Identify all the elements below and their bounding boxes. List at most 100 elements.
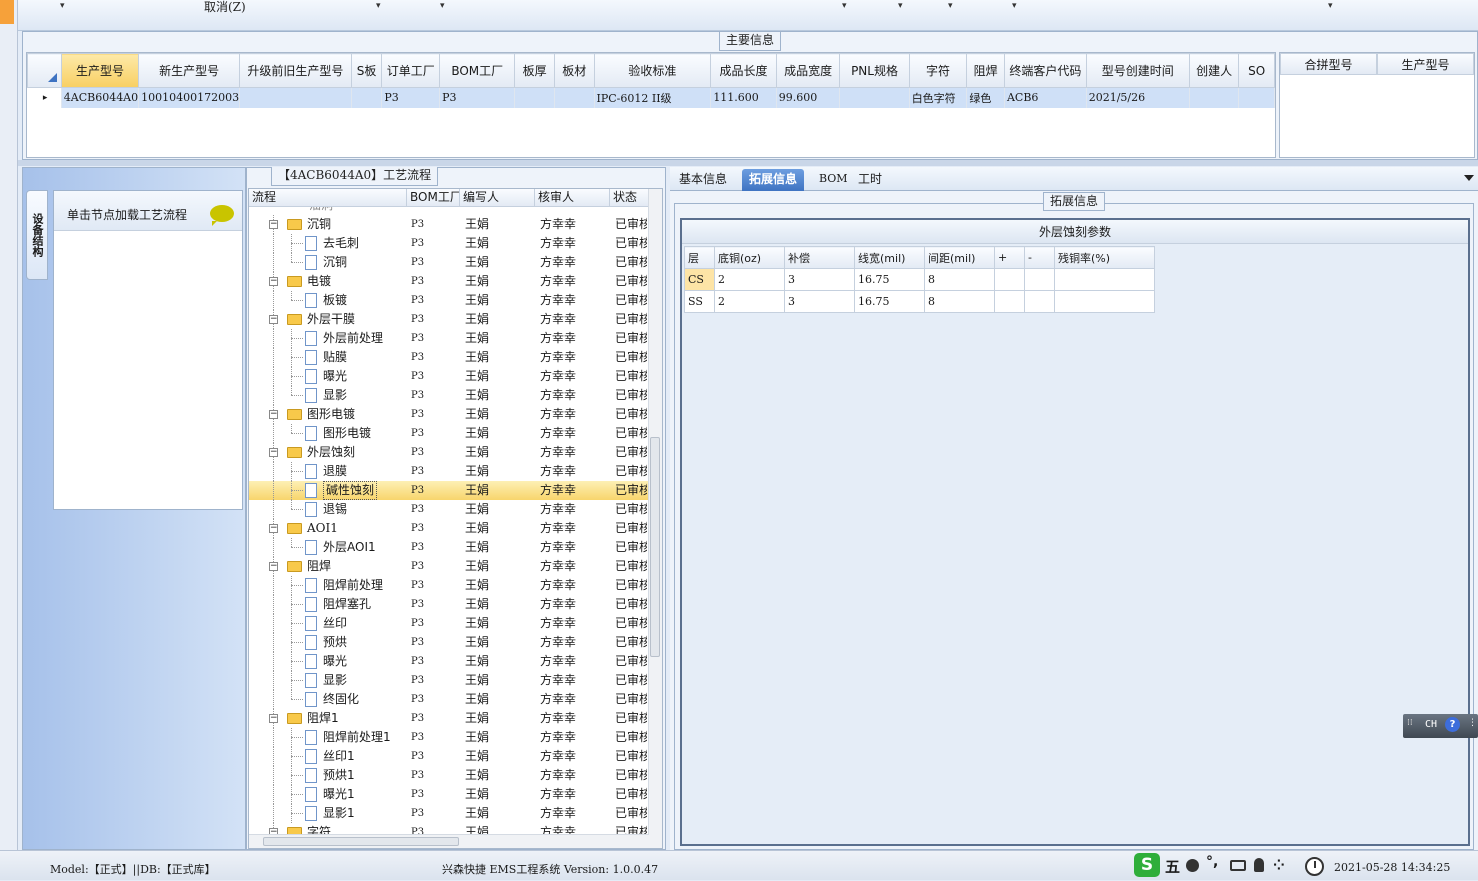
main-info-cell[interactable]: 99.600 — [776, 87, 841, 108]
keyboard-icon[interactable] — [1230, 860, 1246, 871]
ime-lang[interactable]: CH — [1425, 719, 1437, 730]
full-width-icon[interactable] — [1186, 859, 1199, 872]
flow-node-label[interactable]: 外层干膜 — [307, 310, 355, 329]
flow-node-label[interactable]: 丝印1 — [323, 747, 355, 766]
main-col-header[interactable]: 字符 — [908, 53, 968, 88]
flow-tree-row[interactable]: 丝印 P3 王娟 方幸幸 已审核 — [249, 614, 662, 633]
horizontal-scroll-thumb[interactable] — [263, 837, 459, 846]
flow-tree-row[interactable]: 退锡 P3 王娟 方幸幸 已审核 — [249, 500, 662, 519]
flow-col-header[interactable]: 流程 — [249, 189, 407, 206]
flow-tree-row[interactable]: − 沉铜 P3 王娟 方幸幸 已审核 — [249, 215, 662, 234]
toolbar-dropdown-arrow[interactable]: ▾ — [948, 1, 953, 11]
etch-cell[interactable]: 3 — [784, 290, 855, 313]
main-info-cell[interactable]: ACB6 — [1004, 87, 1087, 108]
etch-cell[interactable]: 2 — [714, 290, 785, 313]
ime-mode[interactable]: 五 — [1165, 856, 1180, 877]
main-info-cell[interactable]: P3 — [439, 87, 516, 108]
flow-tree-row[interactable]: 去毛刺 P3 王娟 方幸幸 已审核 — [249, 234, 662, 253]
flow-tree-row[interactable]: 沉铜 P3 王娟 方幸幸 已审核 — [249, 253, 662, 272]
main-info-cell[interactable] — [1238, 87, 1275, 108]
etch-cell[interactable]: 16.75 — [854, 268, 925, 291]
main-info-cell[interactable]: 111.600 — [710, 87, 777, 108]
toolbar-dropdown-arrow[interactable]: ▾ — [842, 1, 847, 11]
main-col-header[interactable]: 板厚 — [514, 53, 555, 88]
flow-tree-row[interactable]: − 阻焊 P3 王娟 方幸幸 已审核 — [249, 557, 662, 576]
flow-node-label[interactable]: 终固化 — [323, 690, 359, 709]
collapse-toggle-icon[interactable]: − — [269, 714, 278, 723]
etch-cell[interactable]: SS — [684, 290, 715, 313]
main-info-cell[interactable]: 4ACB6044A0 — [61, 87, 140, 108]
toolbar-dropdown-arrow[interactable]: ▾ — [60, 1, 65, 11]
etch-cell[interactable]: CS — [684, 268, 715, 291]
flow-node-label[interactable]: 图形电镀 — [307, 405, 355, 424]
flow-tree-row[interactable]: 预烘 P3 王娟 方幸幸 已审核 — [249, 633, 662, 652]
etch-data-row[interactable]: SS 2 3 16.75 8 — [684, 290, 1155, 313]
flow-tree-row[interactable]: 丝印1 P3 王娟 方幸幸 已审核 — [249, 747, 662, 766]
flow-tree-row[interactable]: 图形电镀 P3 王娟 方幸幸 已审核 — [249, 424, 662, 443]
flow-node-label[interactable]: 显影 — [323, 386, 347, 405]
flow-col-header[interactable]: BOM工厂 — [407, 189, 460, 206]
flow-node-label[interactable]: 沉铜 — [307, 215, 331, 234]
main-info-cell[interactable] — [351, 87, 383, 108]
flow-col-header[interactable]: 状态 — [610, 189, 650, 206]
toolbar-dropdown-arrow[interactable]: ▾ — [1328, 1, 1333, 11]
cancel-button[interactable]: 取消(Z) — [204, 0, 246, 15]
main-col-header[interactable]: 验收标准 — [593, 53, 712, 88]
main-info-cell[interactable] — [839, 87, 910, 108]
flow-node-label[interactable]: 碱性蚀刻 — [323, 481, 378, 500]
flow-node-label[interactable]: 曝光 — [323, 367, 347, 386]
collapse-toggle-icon[interactable]: − — [269, 315, 278, 324]
flow-node-label[interactable]: 电镀 — [307, 272, 331, 291]
main-info-cell[interactable]: P3 — [381, 87, 441, 108]
etch-cell[interactable] — [1024, 290, 1055, 313]
etch-data-row[interactable]: CS 2 3 16.75 8 — [684, 268, 1155, 291]
flow-tree-row[interactable]: − AOI1 P3 王娟 方幸幸 已审核 — [249, 519, 662, 538]
flow-node-label[interactable]: 退锡 — [323, 500, 347, 519]
main-info-cell[interactable]: IPC-6012 II级 — [594, 87, 712, 108]
flow-tree-row[interactable]: 显影 P3 王娟 方幸幸 已审核 — [249, 386, 662, 405]
flow-tree-row[interactable]: 曝光 P3 王娟 方幸幸 已审核 — [249, 652, 662, 671]
main-col-header[interactable]: S板 — [350, 53, 383, 88]
flow-node-label[interactable]: 沉铜 — [323, 253, 347, 272]
flow-tree-row[interactable]: 显影 P3 王娟 方幸幸 已审核 — [249, 671, 662, 690]
flow-tree-row[interactable]: 曝光 P3 王娟 方幸幸 已审核 — [249, 367, 662, 386]
merge-col-header[interactable]: 生产型号 — [1377, 53, 1474, 75]
main-col-header[interactable]: 订单工厂 — [381, 53, 441, 88]
main-col-header[interactable]: 成品宽度 — [775, 53, 841, 88]
main-col-header[interactable]: 成品长度 — [710, 53, 777, 88]
main-col-header[interactable]: BOM工厂 — [439, 53, 516, 88]
collapse-toggle-icon[interactable]: − — [269, 562, 278, 571]
flow-node-label[interactable]: 预烘1 — [323, 766, 355, 785]
flow-tree-row[interactable]: 曝光1 P3 王娟 方幸幸 已审核 — [249, 785, 662, 804]
flow-node-label[interactable]: 板镀 — [323, 291, 347, 310]
apps-grid-icon[interactable]: ⁘ — [1273, 858, 1285, 874]
collapse-toggle-icon[interactable]: − — [269, 524, 278, 533]
flow-col-header[interactable]: 核审人 — [535, 189, 610, 206]
etch-cell[interactable]: 16.75 — [854, 290, 925, 313]
flow-node-label[interactable]: 外层AOI1 — [323, 538, 376, 557]
etch-cell[interactable]: 3 — [784, 268, 855, 291]
flow-tree-row[interactable]: 贴膜 P3 王娟 方幸幸 已审核 — [249, 348, 662, 367]
main-col-header[interactable]: 升级前旧生产型号 — [239, 53, 352, 88]
etch-cell[interactable] — [1054, 268, 1155, 291]
etch-cell[interactable] — [994, 290, 1025, 313]
toolbar-dropdown-arrow[interactable]: ▾ — [376, 1, 381, 11]
etch-cell[interactable] — [994, 268, 1025, 291]
help-icon[interactable]: ? — [1445, 717, 1460, 732]
tabs-dropdown-icon[interactable] — [1464, 175, 1474, 181]
main-col-header[interactable]: PNL规格 — [839, 53, 910, 88]
flow-node-label[interactable]: 丝印 — [323, 614, 347, 633]
tab-bom[interactable]: BOM — [812, 169, 855, 191]
flow-tree-row[interactable]: − 电镀 P3 王娟 方幸幸 已审核 — [249, 272, 662, 291]
main-info-cell[interactable]: 绿色 — [966, 87, 1005, 108]
flow-tree-row[interactable]: 外层AOI1 P3 王娟 方幸幸 已审核 — [249, 538, 662, 557]
toolbar-dropdown-arrow[interactable]: ▾ — [1012, 1, 1017, 11]
main-col-header[interactable]: 板材 — [553, 53, 595, 88]
flow-tree-row[interactable]: 板镀 P3 王娟 方幸幸 已审核 — [249, 291, 662, 310]
sogou-ime-icon[interactable]: S — [1134, 853, 1160, 877]
flow-node-label[interactable]: AOI1 — [307, 519, 338, 538]
merge-model-grid[interactable]: 合拼型号 生产型号 — [1279, 52, 1475, 158]
flow-tree-row[interactable]: 阻焊塞孔 P3 王娟 方幸幸 已审核 — [249, 595, 662, 614]
horizontal-scrollbar[interactable] — [249, 834, 649, 848]
collapse-toggle-icon[interactable]: − — [269, 220, 278, 229]
